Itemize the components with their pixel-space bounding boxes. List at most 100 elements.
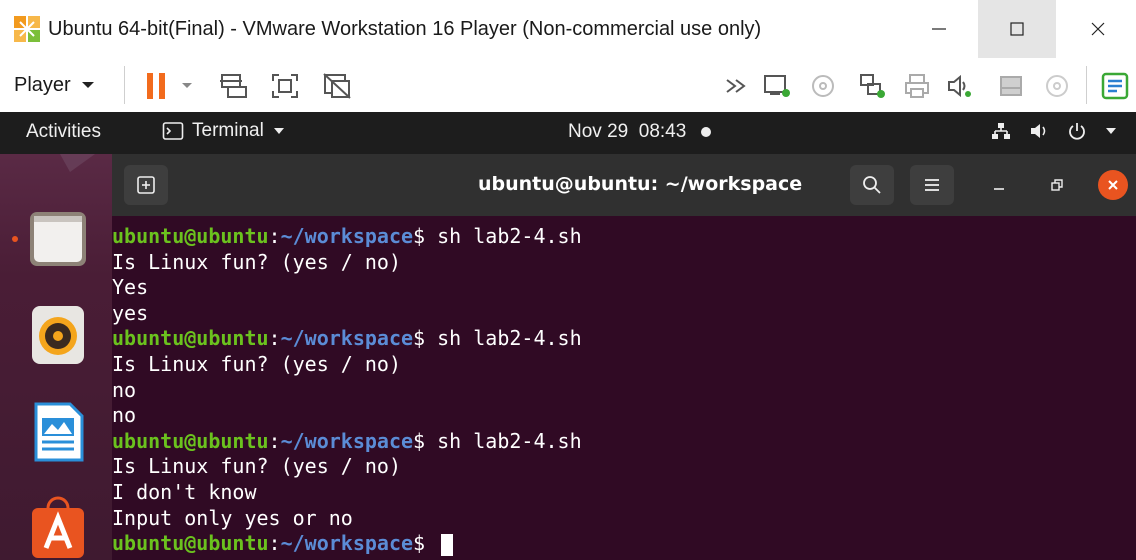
- files-icon: [30, 212, 86, 266]
- fullscreen-icon: [272, 74, 298, 98]
- usb-icon: [860, 74, 885, 98]
- forward-icon: [726, 79, 746, 93]
- command-text: [425, 531, 437, 555]
- command-text: sh lab2-4.sh: [425, 428, 582, 453]
- terminal-output[interactable]: ubuntu@ubuntu:~/workspace$ sh lab2-4.sh I…: [112, 216, 1136, 560]
- network-icon: [992, 123, 1010, 139]
- clock-label: Nov 29 08:43: [568, 121, 687, 142]
- terminal-restore-button[interactable]: [1042, 172, 1072, 198]
- prompt-user: ubuntu@ubuntu: [112, 428, 269, 453]
- hamburger-menu-icon: [925, 179, 939, 191]
- dock-rhythmbox[interactable]: [24, 300, 92, 368]
- prompt-path: ~/workspace: [280, 326, 414, 351]
- maximize-icon: [1010, 22, 1024, 36]
- command-text: sh lab2-4.sh: [425, 326, 582, 351]
- window-title: Ubuntu 64-bit(Final) - VMware Workstatio…: [48, 18, 762, 40]
- search-icon: [863, 176, 881, 194]
- player-menu[interactable]: Player: [14, 68, 97, 102]
- prompt-dollar: $: [413, 326, 426, 351]
- prompt-path: ~/workspace: [280, 224, 414, 248]
- sound-card-button[interactable]: [942, 70, 976, 102]
- close-icon: [1091, 22, 1105, 36]
- terminal-output-line: Yes: [112, 275, 149, 300]
- restore-icon: [1051, 179, 1063, 191]
- disc-icon: [1046, 75, 1068, 97]
- dock-ubuntu-software[interactable]: [24, 492, 92, 560]
- vmware-logo-icon: [14, 16, 40, 42]
- notes-icon: [1101, 72, 1129, 100]
- terminal-minimize-button[interactable]: [984, 172, 1014, 198]
- player-toolbar: Player: [0, 58, 1136, 112]
- pause-icon: [147, 73, 165, 99]
- running-indicator: [12, 236, 18, 242]
- software-icon: [32, 496, 84, 558]
- chevron-down-icon: [182, 83, 192, 88]
- cd-icon: [812, 75, 834, 97]
- terminal-title: ubuntu@ubuntu: ~/workspace: [478, 173, 803, 195]
- network-adapter-button[interactable]: [760, 70, 794, 102]
- prompt-user: ubuntu@ubuntu: [112, 224, 269, 248]
- cd-drive-button[interactable]: [806, 70, 840, 102]
- pause-button[interactable]: [140, 70, 174, 102]
- minimize-button[interactable]: [900, 0, 978, 58]
- activities-button[interactable]: Activities: [26, 121, 101, 143]
- maximize-button[interactable]: [978, 0, 1056, 58]
- toolbar-separator: [1086, 66, 1087, 104]
- dock-libreoffice-writer[interactable]: [24, 398, 92, 466]
- prompt-colon: :: [268, 531, 281, 556]
- libreoffice-writer-icon: [34, 402, 84, 462]
- app-menu[interactable]: Terminal: [162, 120, 286, 142]
- player-menu-label: Player: [14, 73, 71, 96]
- terminal-header-bar: ubuntu@ubuntu: ~/workspace: [112, 154, 1136, 216]
- forward-button[interactable]: [720, 70, 754, 102]
- terminal-output-line: I don't know: [112, 479, 257, 504]
- send-ctrl-alt-del-icon: [220, 74, 247, 98]
- hard-disk-button[interactable]: [994, 70, 1028, 102]
- notes-button[interactable]: [1098, 70, 1132, 102]
- prompt-user: ubuntu@ubuntu: [112, 531, 269, 556]
- window-title-bar: Ubuntu 64-bit(Final) - VMware Workstatio…: [0, 0, 1136, 58]
- fullscreen-button[interactable]: [268, 70, 302, 102]
- sound-icon: [948, 74, 971, 98]
- usb-device-button[interactable]: [856, 70, 890, 102]
- chevron-down-icon: [81, 82, 94, 88]
- toolbar-separator: [124, 66, 125, 104]
- hdd-icon: [1000, 76, 1022, 96]
- prompt-dollar: $: [413, 224, 426, 248]
- dock-files[interactable]: [24, 204, 92, 272]
- printer-icon: [905, 74, 929, 98]
- minimize-icon: [932, 28, 946, 30]
- prompt-dollar: $: [413, 531, 426, 556]
- command-text: sh lab2-4.sh: [425, 224, 582, 248]
- prompt-user: ubuntu@ubuntu: [112, 326, 269, 351]
- menu-button[interactable]: [910, 165, 954, 205]
- new-tab-button[interactable]: [124, 165, 168, 205]
- chevron-down-icon: [273, 128, 284, 134]
- notification-dot-icon: [701, 127, 712, 137]
- unity-icon: [323, 73, 351, 99]
- terminal-close-button[interactable]: [1098, 170, 1128, 200]
- search-button[interactable]: [850, 165, 894, 205]
- terminal-output-line: Input only yes or no: [112, 505, 353, 530]
- terminal-icon: [162, 122, 184, 140]
- system-tray[interactable]: [990, 121, 1118, 141]
- new-tab-icon: [137, 176, 155, 194]
- prompt-dollar: $: [413, 428, 426, 453]
- unity-button[interactable]: [320, 70, 354, 102]
- pause-dropdown[interactable]: [176, 70, 198, 102]
- printer-button[interactable]: [900, 70, 934, 102]
- terminal-output-line: Is Linux fun? (yes / no): [112, 351, 401, 376]
- prompt-path: ~/workspace: [280, 428, 414, 453]
- rhythmbox-icon: [32, 306, 84, 364]
- terminal-prompt-line: ubuntu@ubuntu:~/workspace$: [112, 531, 1136, 557]
- terminal-prompt-line: ubuntu@ubuntu:~/workspace$ sh lab2-4.sh: [112, 429, 1136, 455]
- prompt-colon: :: [268, 428, 281, 453]
- network-icon: [764, 75, 790, 97]
- gnome-top-bar: Activities Terminal Nov 29 08:43: [0, 112, 1136, 154]
- disc-button[interactable]: [1040, 70, 1074, 102]
- app-menu-label: Terminal: [192, 120, 264, 141]
- send-ctrl-alt-del-button[interactable]: [216, 70, 250, 102]
- close-button[interactable]: [1060, 0, 1136, 58]
- clock[interactable]: Nov 29 08:43: [568, 121, 712, 143]
- terminal-output-line: yes: [112, 300, 149, 325]
